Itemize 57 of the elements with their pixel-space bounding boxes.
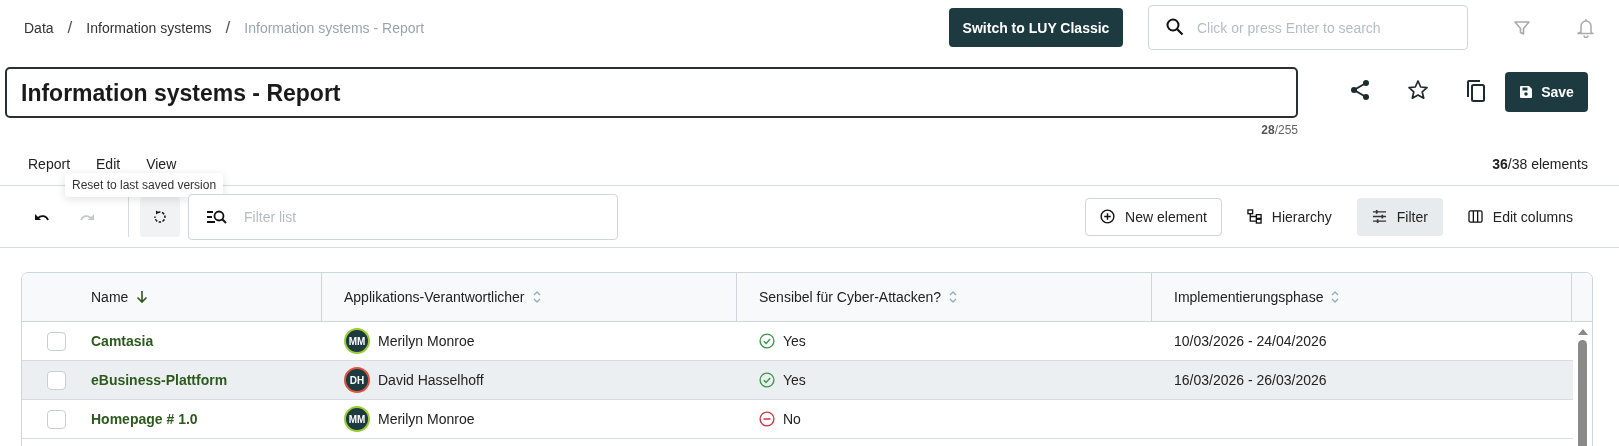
owner-name: Merilyn Monroe <box>378 411 475 427</box>
breadcrumb-link[interactable]: Data <box>24 19 54 36</box>
sensitivity-value: Yes <box>783 372 806 388</box>
save-button[interactable]: Save <box>1505 72 1588 112</box>
columns-button[interactable]: Edit columns <box>1452 197 1588 236</box>
character-counter: 28/255 <box>1261 123 1298 137</box>
phase-dates: 16/03/2026 - 26/03/2026 <box>1174 372 1327 388</box>
search-icon <box>1166 18 1184 36</box>
scrollbar-thumb[interactable] <box>1578 340 1587 446</box>
columns-icon <box>1467 210 1483 223</box>
phase-dates: 10/03/2026 - 24/04/2026 <box>1174 333 1327 349</box>
sensitivity-value: Yes <box>783 333 806 349</box>
reset-button[interactable] <box>140 196 180 237</box>
menu-item[interactable]: Edit <box>96 156 121 172</box>
column-header[interactable]: Implementierungsphase <box>1152 273 1572 321</box>
title-field[interactable]: Information systems - Report <box>5 67 1298 118</box>
notification-bell-icon[interactable] <box>1577 17 1595 38</box>
sensitivity-value: No <box>783 411 801 427</box>
column-header[interactable]: Applikations-Verantwortlicher <box>322 273 737 321</box>
new-button[interactable]: New element <box>1085 197 1222 236</box>
name-link[interactable]: eBusiness-Plattform <box>91 372 228 388</box>
filter-button[interactable]: Filter <box>1356 197 1443 236</box>
breadcrumb-separator: / <box>67 17 73 38</box>
name-link[interactable]: Camtasia <box>91 333 154 349</box>
row-checkbox[interactable] <box>47 331 66 351</box>
avatar: MM <box>344 406 370 432</box>
filter-icon[interactable] <box>1513 18 1531 37</box>
breadcrumb-separator: / <box>225 17 231 38</box>
element-count: 36/38 elements <box>1492 156 1588 172</box>
sliders-icon <box>1371 209 1387 224</box>
owner-name: David Hasselhoff <box>378 372 484 388</box>
avatar: MM <box>344 328 370 354</box>
table-row[interactable]: Homepage # 1.0 MM Merilyn Monroe No <box>22 400 1573 439</box>
menu-item[interactable]: Report <box>28 156 71 172</box>
owner-name: Merilyn Monroe <box>378 333 475 349</box>
tooltip: Reset to last saved version <box>65 173 224 197</box>
column-header[interactable]: Name <box>85 273 322 321</box>
switch-classic-button[interactable]: Switch to LUY Classic <box>949 8 1123 47</box>
row-checkbox[interactable] <box>47 370 66 390</box>
plus-circle-icon <box>1100 209 1116 224</box>
breadcrumb-link[interactable]: Information systems <box>86 19 212 36</box>
avatar: DH <box>344 367 370 393</box>
search-field[interactable]: Click or press Enter to search <box>1148 5 1468 50</box>
star-icon[interactable] <box>1407 79 1429 101</box>
menu-item[interactable]: View <box>146 156 177 172</box>
row-checkbox[interactable] <box>47 409 66 429</box>
copy-icon[interactable] <box>1465 79 1487 103</box>
column-header[interactable]: Sensibel für Cyber-Attacken? <box>737 273 1152 321</box>
reset-icon <box>153 209 167 224</box>
hierarchy-button[interactable]: Hierarchy <box>1231 197 1347 236</box>
list-search-icon <box>206 208 228 225</box>
hierarchy-icon <box>1246 209 1262 224</box>
name-link[interactable]: Homepage # 1.0 <box>91 411 198 427</box>
filter-list-field[interactable]: Filter list <box>188 193 618 240</box>
scroll-up-icon[interactable] <box>1576 328 1589 336</box>
share-icon[interactable] <box>1349 79 1371 101</box>
table-row[interactable]: eBusiness-Plattform DH David Hasselhoff Yes 16/03/2026 - 26/03/2026 <box>22 361 1573 400</box>
